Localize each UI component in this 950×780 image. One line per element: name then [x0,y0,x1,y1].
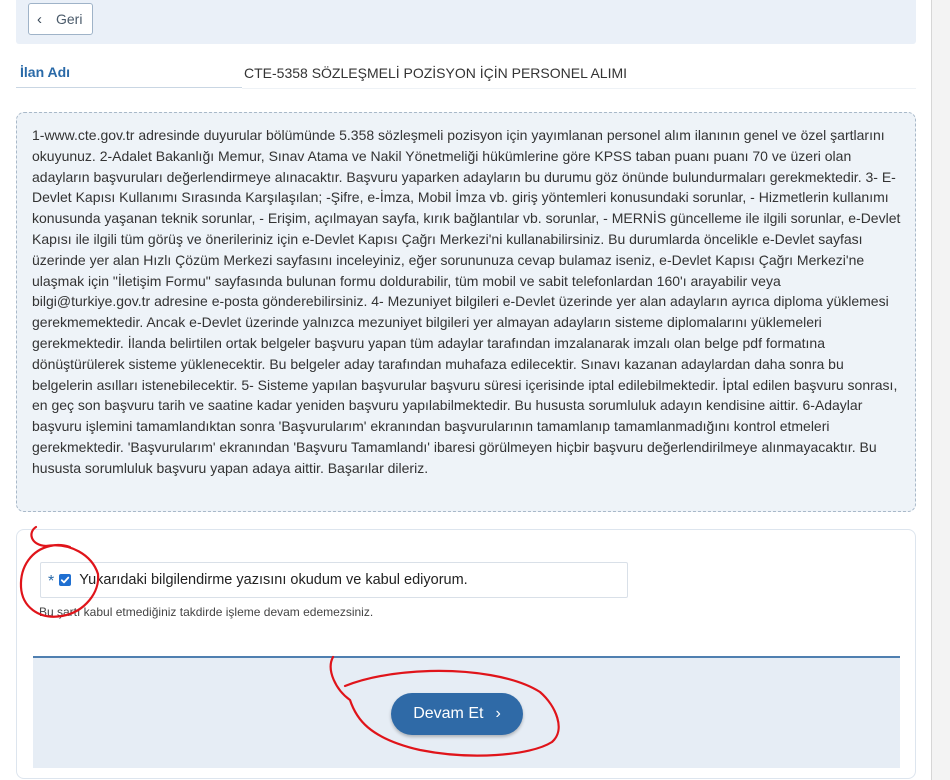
consent-label: Yukarıdaki bilgilendirme yazısını okudum… [79,572,468,588]
consent-checkbox-row[interactable]: * Yukarıdaki bilgilendirme yazısını okud… [40,562,628,598]
check-icon [61,576,70,584]
consent-checkbox[interactable] [59,574,72,586]
listing-name-row: İlan Adı CTE-5358 SÖZLEŞMELİ POZİSYON İÇ… [16,60,916,90]
listing-name-divider [242,88,916,89]
continue-button[interactable]: Devam Et › [391,693,523,735]
back-button-label: Geri [56,11,83,27]
page-scrollbar[interactable] [931,0,950,780]
form-footer: Devam Et › [33,656,900,768]
chevron-right-icon: › [495,705,501,722]
back-button[interactable]: ‹ Geri [28,3,93,35]
consent-helper-text: Bu şartı kabul etmediğiniz takdirde işle… [39,605,374,619]
continue-button-label: Devam Et [413,705,484,722]
listing-name-value: CTE-5358 SÖZLEŞMELİ POZİSYON İÇİN PERSON… [244,65,628,81]
chevron-left-icon: ‹ [37,10,42,28]
information-text-box: 1-www.cte.gov.tr adresinde duyurular böl… [16,112,916,512]
top-toolbar: ‹ Geri [16,0,916,44]
listing-name-label: İlan Adı [16,60,242,88]
consent-card: * Yukarıdaki bilgilendirme yazısını okud… [16,529,916,779]
required-asterisk: * [48,572,55,590]
